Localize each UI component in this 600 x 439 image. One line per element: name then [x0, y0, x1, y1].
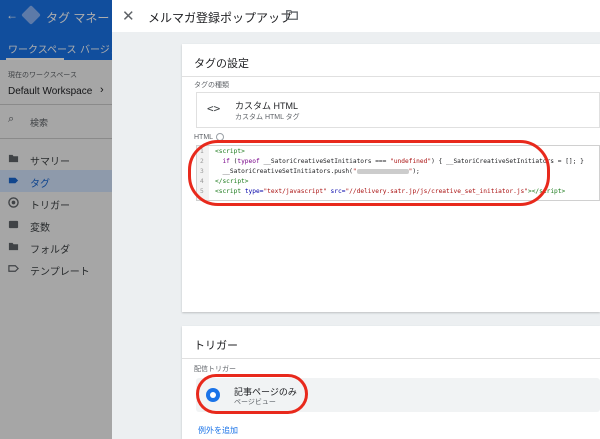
card-title: トリガー	[194, 340, 238, 352]
firing-triggers-label: 配信トリガー	[194, 366, 236, 373]
folder-icon[interactable]	[286, 10, 298, 20]
tag-type-label: タグの種類	[194, 82, 229, 89]
card-title: タグの設定	[194, 58, 249, 70]
add-exception-link[interactable]: 例外を追加	[198, 425, 238, 436]
tag-type-selector[interactable]: <> カスタム HTML カスタム HTML タグ	[196, 92, 600, 128]
close-button[interactable]: ✕	[122, 7, 135, 25]
highlight-circle-trigger	[196, 374, 308, 414]
divider	[182, 76, 600, 77]
panel-header: ✕ メルマガ登録ポップアップ	[112, 0, 600, 32]
tag-type-description: カスタム HTML タグ	[235, 114, 300, 121]
highlight-circle-code	[188, 140, 550, 206]
tag-name-title[interactable]: メルマガ登録ポップアップ	[148, 9, 292, 26]
divider	[182, 358, 600, 359]
code-icon: <>	[207, 102, 221, 115]
tag-type-name: カスタム HTML	[235, 101, 299, 111]
tag-editor-panel: ✕ メルマガ登録ポップアップ タグの設定 タグの種類 <> カスタム HTML …	[112, 0, 600, 439]
